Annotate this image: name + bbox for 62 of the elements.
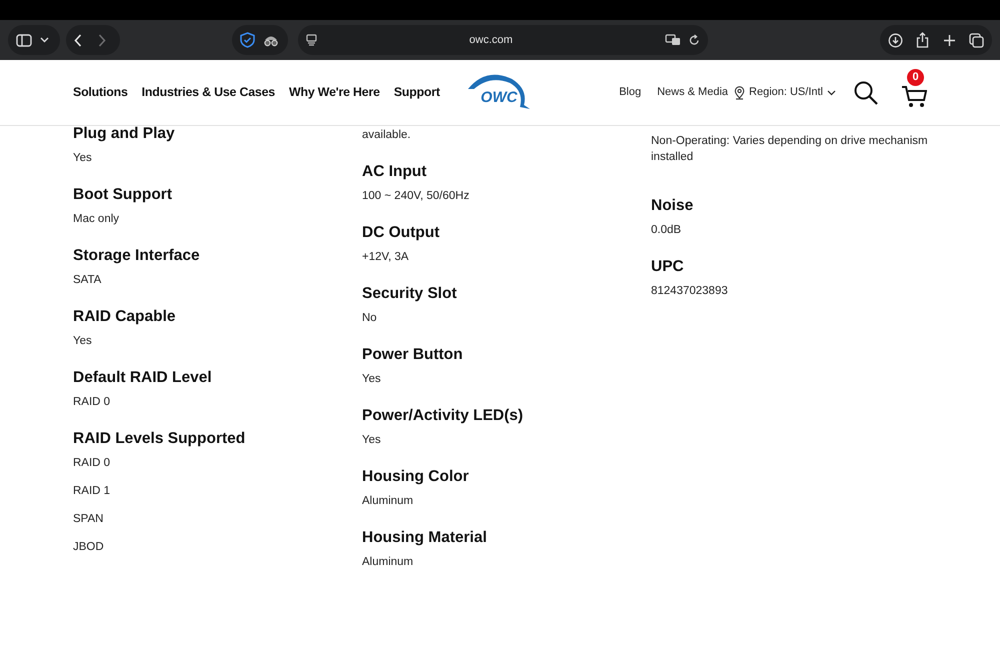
spec-value: Aluminum (362, 555, 414, 570)
nav-link[interactable]: Solutions (73, 83, 128, 102)
share-icon[interactable] (916, 32, 930, 48)
cart-icon[interactable] (901, 85, 927, 108)
spec-value: RAID 1 (73, 484, 112, 499)
region-selector[interactable]: Region: US/Intl (749, 84, 836, 101)
spec-heading: UPC (651, 257, 685, 277)
nav-link[interactable]: Industries & Use Cases (142, 83, 275, 102)
spec-heading: Housing Material (362, 528, 488, 548)
spec-heading: Noise (651, 196, 694, 216)
search-icon[interactable] (854, 80, 878, 104)
spec-value: 0.0dB (651, 223, 682, 238)
spec-value: +12V, 3A (362, 250, 410, 265)
nav-link[interactable]: Why We're Here (289, 83, 380, 102)
spec-heading: Security Slot (362, 284, 458, 304)
spec-value: 100 ~ 240V, 50/60Hz (362, 189, 470, 204)
incognito-icon[interactable] (263, 34, 279, 46)
spec-value: Yes (362, 433, 382, 448)
address-bar[interactable]: owc.com (298, 25, 708, 55)
cart-count: 0 (907, 69, 924, 86)
spec-heading: Storage Interface (73, 246, 201, 266)
back-icon[interactable] (74, 34, 82, 46)
spec-heading: Housing Color (362, 467, 470, 487)
chevron-down-icon[interactable] (40, 37, 49, 43)
tabs-icon[interactable] (968, 32, 984, 48)
spec-heading: Default RAID Level (73, 368, 213, 388)
spec-heading: Boot Support (73, 185, 174, 205)
spec-value: Yes (73, 334, 93, 349)
spec-value: RAID 0 (73, 456, 112, 471)
spec-heading: Power/Activity LED(s) (362, 406, 524, 426)
nav-link[interactable]: News & Media (657, 84, 728, 101)
spec-value: 812437023893 (651, 284, 729, 299)
page-icon (306, 34, 317, 46)
nav-link[interactable]: Support (394, 83, 440, 102)
spec-value: No (362, 311, 378, 326)
reload-icon[interactable] (689, 34, 700, 46)
spec-heading: RAID Levels Supported (73, 429, 246, 449)
spec-heading: Plug and Play (73, 126, 176, 144)
forward-icon[interactable] (98, 34, 106, 46)
translate-icon[interactable] (665, 34, 681, 46)
spec-value: Aluminum (362, 494, 414, 509)
spec-value: SATA (73, 273, 102, 288)
spec-value: Non-Operating: Varies depending on drive mechanism installed (651, 134, 929, 165)
spec-value: available. (362, 128, 412, 143)
spec-value: SPAN (73, 512, 104, 527)
spec-heading: RAID Capable (73, 307, 176, 327)
url-text: owc.com (469, 32, 513, 48)
spec-heading: Power Button (362, 345, 464, 365)
spec-value: JBOD (73, 540, 105, 555)
spec-value: RAID 0 (73, 395, 112, 410)
spec-value: Yes (73, 151, 93, 166)
shield-icon[interactable] (240, 32, 255, 48)
sidebar-icon[interactable] (16, 34, 32, 46)
spec-value: Mac only (73, 212, 120, 227)
plus-icon[interactable] (942, 34, 956, 46)
spec-value: Yes (362, 372, 382, 387)
spec-heading: DC Output (362, 223, 440, 243)
nav-link[interactable]: Blog (619, 84, 642, 101)
pin-icon (734, 86, 746, 100)
spec-heading: AC Input (362, 162, 428, 182)
chevron-down-icon (827, 90, 836, 96)
download-icon[interactable] (888, 32, 903, 48)
